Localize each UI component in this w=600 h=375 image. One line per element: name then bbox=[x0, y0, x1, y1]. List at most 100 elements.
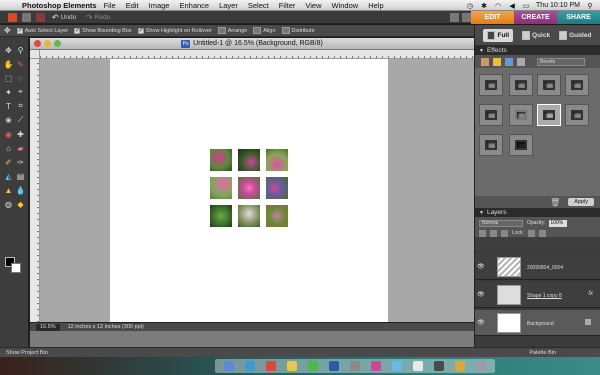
photo-tile[interactable] bbox=[266, 149, 288, 171]
show-project-bin-button[interactable]: Show Project Bin bbox=[6, 350, 48, 356]
shape-tool-icon[interactable]: ▲ bbox=[3, 185, 14, 195]
vertical-ruler[interactable] bbox=[30, 59, 40, 322]
all-effects-icon[interactable] bbox=[517, 57, 525, 66]
type-tool-icon[interactable]: T bbox=[3, 101, 14, 111]
panel-toggle-icon[interactable] bbox=[450, 13, 459, 22]
bevel-thumbnail[interactable] bbox=[479, 104, 503, 126]
cookie-cutter-tool-icon[interactable]: ❀ bbox=[3, 115, 14, 125]
lock-transparent-icon[interactable] bbox=[527, 229, 535, 237]
photoshop-icon[interactable] bbox=[329, 361, 340, 371]
menu-enhance[interactable]: Enhance bbox=[179, 1, 209, 10]
maximize-icon[interactable] bbox=[54, 40, 61, 47]
zoom-tool-icon[interactable]: ⚲ bbox=[15, 45, 26, 55]
undo-button[interactable]: ↶ Undo bbox=[52, 13, 76, 22]
wifi-icon[interactable]: ◠ bbox=[494, 2, 502, 10]
terminal-icon[interactable] bbox=[433, 361, 444, 371]
calendar-icon[interactable] bbox=[266, 361, 277, 371]
smart-brush-tool-icon[interactable]: ✑ bbox=[15, 157, 26, 167]
healing-brush-tool-icon[interactable]: ✚ bbox=[15, 129, 26, 139]
tab-edit[interactable]: EDIT bbox=[471, 11, 514, 24]
bevel-thumbnail[interactable] bbox=[565, 74, 589, 96]
layer-styles-icon[interactable] bbox=[493, 57, 501, 66]
menu-filter[interactable]: Filter bbox=[279, 1, 296, 10]
photo-tile[interactable] bbox=[238, 205, 260, 227]
mail-icon[interactable] bbox=[391, 361, 402, 371]
auto-select-checkbox[interactable]: Auto Select Layer bbox=[16, 27, 68, 34]
visibility-eye-icon[interactable]: 👁 bbox=[477, 319, 485, 326]
layer-row-active[interactable]: 👁 Background bbox=[475, 310, 600, 336]
photo-tile[interactable] bbox=[210, 205, 232, 227]
effects-category-select[interactable]: Bevels bbox=[537, 57, 585, 66]
canvas-area[interactable] bbox=[40, 59, 474, 322]
zoom-level[interactable]: 16.5% bbox=[36, 323, 60, 331]
trash-dock-icon[interactable] bbox=[475, 361, 486, 371]
lasso-tool-icon[interactable]: ◌ bbox=[15, 73, 26, 83]
menu-view[interactable]: View bbox=[305, 1, 321, 10]
menu-window[interactable]: Window bbox=[332, 1, 359, 10]
tab-full[interactable]: Full bbox=[483, 28, 514, 42]
layers-panel-header[interactable]: ▼ Layers bbox=[475, 208, 600, 217]
blend-mode-select[interactable]: Normal bbox=[479, 219, 523, 227]
workspace-icon[interactable] bbox=[462, 13, 471, 22]
sponge-tool-icon[interactable]: ◍ bbox=[3, 199, 14, 209]
tab-share[interactable]: SHARE bbox=[557, 11, 600, 24]
pencil-tool-icon[interactable]: ◆ bbox=[15, 199, 26, 209]
bevel-thumbnail[interactable] bbox=[565, 104, 589, 126]
photo-tile[interactable] bbox=[238, 149, 260, 171]
layer-row[interactable]: 👁 20090804_0004 bbox=[475, 254, 600, 280]
tab-create[interactable]: CREATE bbox=[514, 11, 557, 24]
eraser-tool-icon[interactable]: ▰ bbox=[15, 143, 26, 153]
photo-tile[interactable] bbox=[266, 177, 288, 199]
battery-icon[interactable]: ▭ bbox=[522, 2, 530, 10]
organizer-button[interactable] bbox=[8, 13, 17, 22]
quick-selection-tool-icon[interactable]: ⌖ bbox=[15, 87, 26, 97]
menu-select[interactable]: Select bbox=[248, 1, 269, 10]
close-icon[interactable] bbox=[34, 40, 41, 47]
system-preferences-icon[interactable] bbox=[349, 361, 360, 371]
notes-icon[interactable] bbox=[287, 361, 298, 371]
photo-tile[interactable] bbox=[210, 149, 232, 171]
volume-icon[interactable]: ◀ bbox=[508, 2, 516, 10]
palette-bin-button[interactable]: Palette Bin bbox=[529, 350, 556, 356]
tab-quick[interactable]: Quick bbox=[522, 30, 550, 40]
adjustment-layer-icon[interactable] bbox=[490, 229, 497, 237]
menu-file[interactable]: File bbox=[104, 1, 116, 10]
bevel-thumbnail[interactable] bbox=[509, 134, 533, 156]
red-eye-tool-icon[interactable]: ◉ bbox=[3, 129, 14, 139]
show-bounding-checkbox[interactable]: Show Bounding Box bbox=[74, 27, 132, 34]
redo-button[interactable]: ↷ Redo bbox=[86, 13, 110, 22]
bevel-thumbnail[interactable] bbox=[509, 104, 533, 126]
bevel-thumbnail-selected[interactable] bbox=[537, 104, 561, 126]
straighten-tool-icon[interactable]: ⟋ bbox=[15, 115, 26, 125]
bevel-thumbnail[interactable] bbox=[537, 74, 561, 96]
canvas[interactable] bbox=[110, 59, 388, 322]
marquee-tool-icon[interactable]: ⬚ bbox=[3, 73, 14, 83]
brush-tool-icon[interactable]: ✐ bbox=[3, 157, 14, 167]
layer-style-fx-icon[interactable]: fx bbox=[588, 291, 593, 297]
menu-edit[interactable]: Edit bbox=[126, 1, 139, 10]
clock[interactable]: Thu 10:10 PM bbox=[536, 2, 580, 9]
bluetooth-icon[interactable]: ✱ bbox=[480, 2, 488, 10]
safari-icon[interactable] bbox=[245, 361, 256, 371]
menu-image[interactable]: Image bbox=[149, 1, 170, 10]
photo-grid[interactable] bbox=[210, 149, 290, 229]
app-menu[interactable]: Photoshop Elements bbox=[22, 1, 97, 10]
facetime-icon[interactable] bbox=[308, 361, 319, 371]
delete-layer-icon[interactable] bbox=[501, 229, 508, 237]
align-menu[interactable]: Align bbox=[253, 27, 276, 34]
horizontal-ruler[interactable] bbox=[40, 50, 474, 59]
photo-tile[interactable] bbox=[210, 177, 232, 199]
textedit-icon[interactable] bbox=[412, 361, 423, 371]
time-machine-icon[interactable]: ◷ bbox=[466, 2, 474, 10]
iphoto-icon[interactable] bbox=[454, 361, 465, 371]
eyedropper-tool-icon[interactable]: ✎ bbox=[15, 59, 26, 69]
minimize-icon[interactable] bbox=[44, 40, 51, 47]
paint-bucket-tool-icon[interactable]: ◭ bbox=[3, 171, 14, 181]
magic-wand-tool-icon[interactable]: ✦ bbox=[3, 87, 14, 97]
arrange-menu[interactable]: Arrange bbox=[217, 27, 247, 34]
gradient-tool-icon[interactable]: ▤ bbox=[15, 171, 26, 181]
photo-tile[interactable] bbox=[238, 177, 260, 199]
crop-tool-icon[interactable]: ⌗ bbox=[15, 101, 26, 111]
lock-all-icon[interactable] bbox=[538, 229, 546, 237]
visibility-eye-icon[interactable]: 👁 bbox=[477, 263, 485, 270]
